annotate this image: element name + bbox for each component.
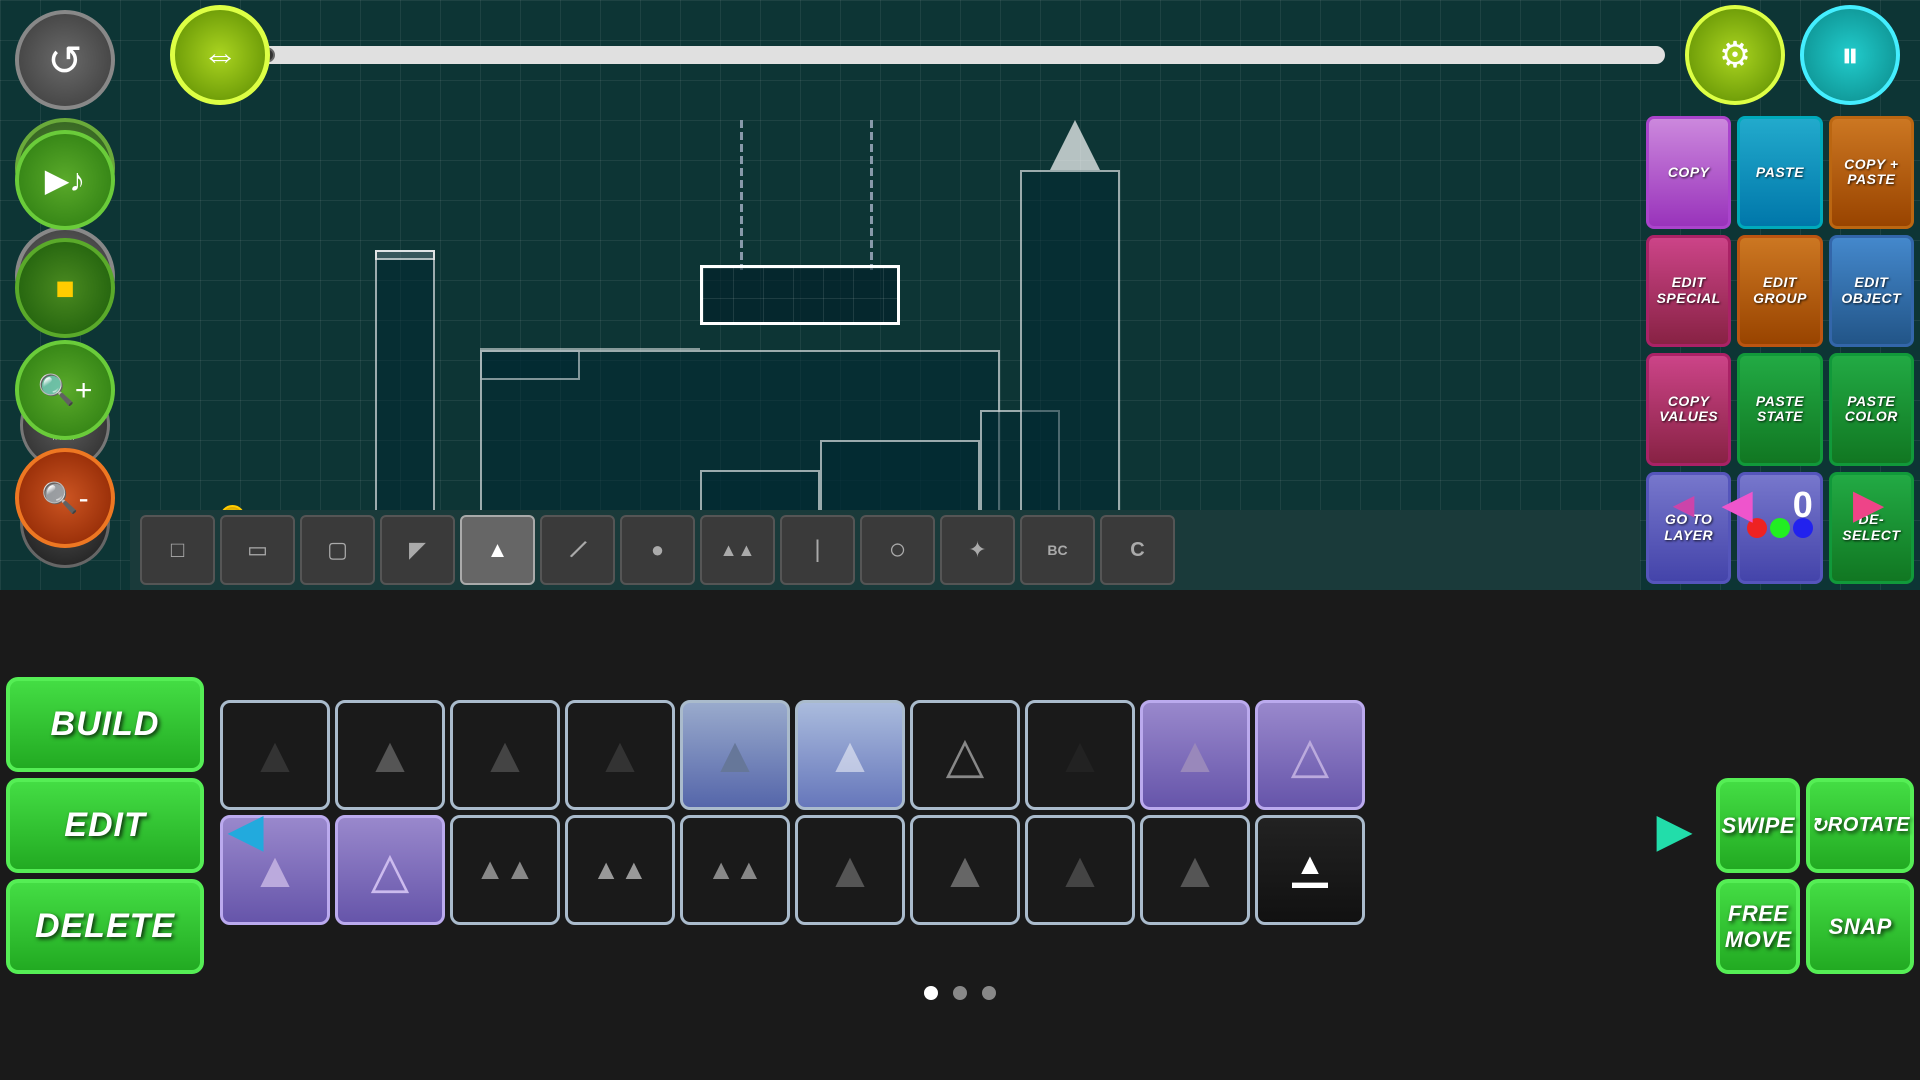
paste-button[interactable]: Paste [1737, 116, 1822, 229]
obj-item-4[interactable]: ▲ [565, 700, 675, 810]
obj-item-20[interactable]: ▲▬▬ [1255, 815, 1365, 925]
obj-tab-triangle[interactable]: ▲ [460, 515, 535, 585]
layer-number: 0 [1773, 484, 1833, 526]
building-right [1020, 170, 1120, 530]
top-right-buttons: ⚙ ⏸ [1685, 5, 1900, 105]
obj-item-5[interactable]: ▲ [680, 700, 790, 810]
copy-values-button[interactable]: Copy Values [1646, 353, 1731, 466]
build-mode-button[interactable]: Build [6, 677, 204, 772]
edit-special-button[interactable]: Edit Special [1646, 235, 1731, 348]
obj-item-19[interactable]: ▲ [1140, 815, 1250, 925]
platform-left [375, 250, 435, 530]
chain-right [870, 120, 873, 270]
obj-item-6[interactable]: ▲ [795, 700, 905, 810]
obj-item-13[interactable]: ▲▲ [450, 815, 560, 925]
copy-paste-button[interactable]: Copy + Paste [1829, 116, 1914, 229]
bottom-panel: Build Edit Delete ◄ ▲ ▲ ▲ ▲ ▲ ▲ △ ▲ ▲ △ … [0, 590, 1920, 1080]
action-buttons: Swipe ↻Rotate Free Move Snap [1710, 772, 1920, 980]
obj-grid-prev-button[interactable]: ◄ [218, 775, 273, 885]
layer-right-arrow[interactable]: ► [1843, 475, 1894, 535]
layer-navigation: ◄ ◄ 0 ► [1640, 460, 1920, 550]
music-button[interactable]: ▶♪ [15, 130, 115, 230]
page-dot-2[interactable] [953, 986, 967, 1000]
obj-tab-mountains[interactable]: ▲▲ [700, 515, 775, 585]
obj-item-10[interactable]: △ [1255, 700, 1365, 810]
obj-tab-line[interactable]: / [540, 515, 615, 585]
layer-left-arrow[interactable]: ◄ [1711, 475, 1762, 535]
delete-mode-button[interactable]: Delete [6, 879, 204, 974]
obj-grid-row-1: ▲ ▲ ▲ ▲ ▲ ▲ △ ▲ ▲ △ [220, 700, 1700, 810]
obj-tab-square[interactable]: □ [140, 515, 215, 585]
rotate-button[interactable]: ↻Rotate [1806, 778, 1914, 873]
play-button[interactable]: ⇔ [170, 5, 270, 105]
mode-buttons: Build Edit Delete [0, 671, 210, 980]
obj-tab-c[interactable]: C [1100, 515, 1175, 585]
pause-button[interactable]: ⏸ [1800, 5, 1900, 105]
platform-left-top [375, 250, 435, 260]
undo-button[interactable]: ↺ [15, 10, 115, 110]
obj-item-3[interactable]: ▲ [450, 700, 560, 810]
obj-tab-circle2[interactable]: ○ [860, 515, 935, 585]
page-dot-1[interactable] [924, 986, 938, 1000]
obj-grid-row-2: ▲ △ ▲▲ ▲▲ ▲▲ ▲ ▲ ▲ ▲ ▲▬▬ [220, 815, 1700, 925]
zoom-toolbar: 🔍+ 🔍- [0, 340, 130, 548]
paste-color-button[interactable]: Paste Color [1829, 353, 1914, 466]
obj-tab-square2[interactable]: ▢ [300, 515, 375, 585]
progress-slider[interactable] [260, 46, 1665, 64]
obj-item-17[interactable]: ▲ [910, 815, 1020, 925]
playhead-area: ⇔ [170, 5, 1665, 105]
obj-item-16[interactable]: ▲ [795, 815, 905, 925]
obj-item-14[interactable]: ▲▲ [565, 815, 675, 925]
obj-item-12[interactable]: △ [335, 815, 445, 925]
paste-state-button[interactable]: Paste State [1737, 353, 1822, 466]
obj-tab-star[interactable]: ✦ [940, 515, 1015, 585]
settings-button[interactable]: ⚙ [1685, 5, 1785, 105]
zoom-out-button[interactable]: 🔍- [15, 448, 115, 548]
obj-item-7[interactable]: △ [910, 700, 1020, 810]
zoom-in-button[interactable]: 🔍+ [15, 340, 115, 440]
obj-item-2[interactable]: ▲ [335, 700, 445, 810]
swipe-button[interactable]: Swipe [1716, 778, 1800, 873]
chain-left [740, 120, 743, 270]
object-category-tabs: □ ▭ ▢ ◤ ▲ / ● ▲▲ | ○ ✦ BC C [130, 510, 1640, 590]
obj-tab-slope[interactable]: ◤ [380, 515, 455, 585]
free-move-button[interactable]: Free Move [1716, 879, 1800, 974]
platform-step2 [480, 350, 580, 380]
hanging-platform [700, 265, 900, 325]
edit-object-button[interactable]: Edit Object [1829, 235, 1914, 348]
top-bar: ⇔ ⚙ ⏸ [130, 0, 1920, 110]
snap-button[interactable]: Snap [1806, 879, 1914, 974]
copy-button[interactable]: Copy [1646, 116, 1731, 229]
obj-tab-pillar[interactable]: | [780, 515, 855, 585]
obj-tab-rect[interactable]: ▭ [220, 515, 295, 585]
obj-item-15[interactable]: ▲▲ [680, 815, 790, 925]
obj-grid-next-button[interactable]: ► [1647, 775, 1702, 885]
obj-tab-bc[interactable]: BC [1020, 515, 1095, 585]
obj-item-18[interactable]: ▲ [1025, 815, 1135, 925]
stop-button[interactable]: ■ [15, 238, 115, 338]
layer-left-far-arrow[interactable]: ◄ [1666, 484, 1702, 526]
page-dot-3[interactable] [982, 986, 996, 1000]
obj-tab-circle[interactable]: ● [620, 515, 695, 585]
mode-toolbar: ▶♪ ■ [0, 130, 130, 338]
page-dots [924, 986, 996, 1000]
roof-triangle [1050, 120, 1100, 170]
edit-group-button[interactable]: Edit Group [1737, 235, 1822, 348]
obj-item-9[interactable]: ▲ [1140, 700, 1250, 810]
obj-item-8[interactable]: ▲ [1025, 700, 1135, 810]
edit-mode-button[interactable]: Edit [6, 778, 204, 873]
object-grid: ▲ ▲ ▲ ▲ ▲ ▲ △ ▲ ▲ △ ▲ △ ▲▲ ▲▲ ▲▲ ▲ ▲ ▲ ▲… [210, 695, 1710, 980]
